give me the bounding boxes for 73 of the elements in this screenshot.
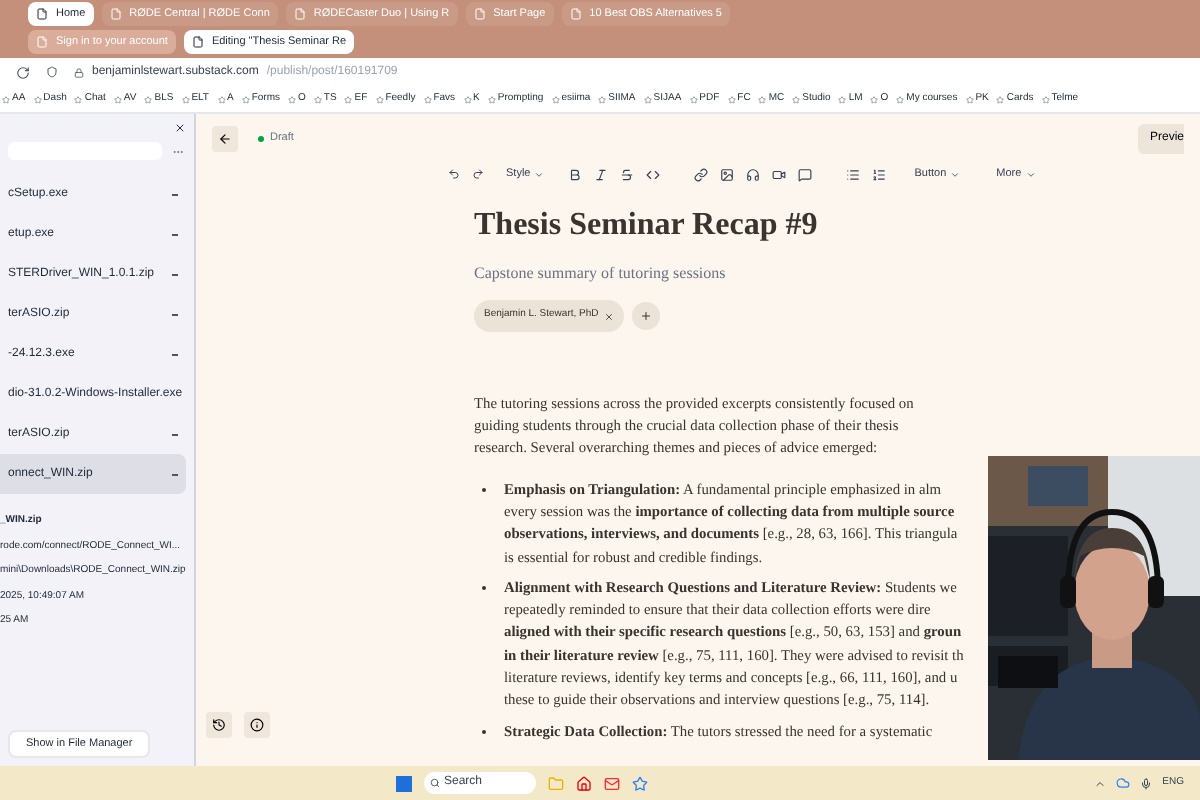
italic-button[interactable] bbox=[594, 167, 609, 182]
star-icon[interactable] bbox=[598, 95, 607, 103]
bullet-list-button[interactable] bbox=[846, 167, 861, 182]
post-subtitle[interactable]: Capstone summary of tutoring sessions bbox=[474, 262, 1200, 287]
star-icon[interactable] bbox=[758, 95, 767, 103]
star-icon[interactable] bbox=[241, 95, 250, 103]
shield-icon[interactable] bbox=[46, 66, 58, 78]
back-arrow-icon bbox=[218, 132, 232, 146]
star-icon[interactable] bbox=[144, 95, 153, 103]
star-icon[interactable] bbox=[288, 95, 297, 103]
star-icon[interactable] bbox=[74, 95, 83, 103]
caret-icon bbox=[534, 169, 545, 180]
page-icon bbox=[36, 8, 48, 20]
star-icon[interactable] bbox=[896, 95, 905, 103]
post-title[interactable]: Thesis Seminar Recap #9 bbox=[474, 202, 1200, 251]
star-icon[interactable] bbox=[33, 95, 42, 103]
search-icon bbox=[430, 778, 440, 788]
star-icon[interactable] bbox=[375, 95, 384, 103]
plus-icon bbox=[640, 310, 653, 322]
star-icon[interactable] bbox=[2, 95, 10, 103]
star-icon[interactable] bbox=[217, 95, 225, 103]
star-icon[interactable] bbox=[870, 95, 879, 103]
redo-button[interactable] bbox=[472, 168, 484, 181]
star-icon[interactable] bbox=[792, 95, 801, 103]
star-icon[interactable] bbox=[551, 95, 560, 103]
bold-button[interactable] bbox=[568, 167, 583, 182]
history-button[interactable] bbox=[206, 712, 232, 738]
add-author-button[interactable] bbox=[632, 302, 661, 330]
reload-icon[interactable] bbox=[16, 65, 30, 79]
mail-icon[interactable] bbox=[604, 775, 620, 791]
caret-icon bbox=[950, 169, 961, 180]
star-icon[interactable] bbox=[632, 775, 648, 791]
page-icon bbox=[473, 8, 486, 20]
cloud-icon[interactable] bbox=[1116, 776, 1131, 790]
link-button[interactable] bbox=[694, 167, 709, 182]
star-icon[interactable] bbox=[727, 95, 736, 103]
page-icon bbox=[569, 8, 582, 20]
image-button[interactable] bbox=[720, 167, 735, 182]
caret-icon bbox=[1025, 169, 1036, 180]
audio-button[interactable] bbox=[746, 167, 761, 182]
video-button[interactable] bbox=[772, 167, 787, 182]
star-icon[interactable] bbox=[313, 95, 322, 103]
microphone-icon[interactable] bbox=[1140, 777, 1153, 789]
star-icon[interactable] bbox=[643, 95, 652, 103]
tray-chevron-icon[interactable] bbox=[1094, 777, 1107, 789]
windows-start-icon[interactable] bbox=[396, 775, 412, 791]
star-icon[interactable] bbox=[423, 95, 432, 103]
page-icon bbox=[293, 8, 306, 20]
star-icon[interactable] bbox=[1041, 95, 1050, 103]
star-icon[interactable] bbox=[996, 95, 1005, 103]
info-button[interactable] bbox=[244, 712, 270, 738]
star-icon[interactable] bbox=[487, 95, 496, 103]
star-icon[interactable] bbox=[965, 95, 974, 103]
page-icon bbox=[191, 36, 204, 48]
star-icon[interactable] bbox=[463, 95, 472, 103]
star-icon[interactable] bbox=[344, 95, 353, 103]
close-icon[interactable] bbox=[174, 122, 186, 134]
code-button[interactable] bbox=[646, 167, 661, 182]
info-icon bbox=[250, 718, 264, 732]
comment-button[interactable] bbox=[798, 167, 813, 182]
star-icon[interactable] bbox=[689, 95, 698, 103]
undo-button[interactable] bbox=[448, 168, 460, 181]
numbered-list-button[interactable] bbox=[872, 167, 887, 182]
history-icon bbox=[212, 718, 226, 732]
star-icon[interactable] bbox=[113, 95, 122, 103]
star-icon[interactable] bbox=[181, 95, 190, 103]
folder-icon[interactable] bbox=[548, 775, 564, 791]
page-icon bbox=[36, 36, 48, 48]
strikethrough-button[interactable] bbox=[620, 167, 635, 182]
back-button[interactable] bbox=[212, 126, 238, 152]
page-icon bbox=[109, 8, 122, 20]
star-icon[interactable] bbox=[838, 95, 847, 103]
lock-icon bbox=[74, 67, 84, 77]
